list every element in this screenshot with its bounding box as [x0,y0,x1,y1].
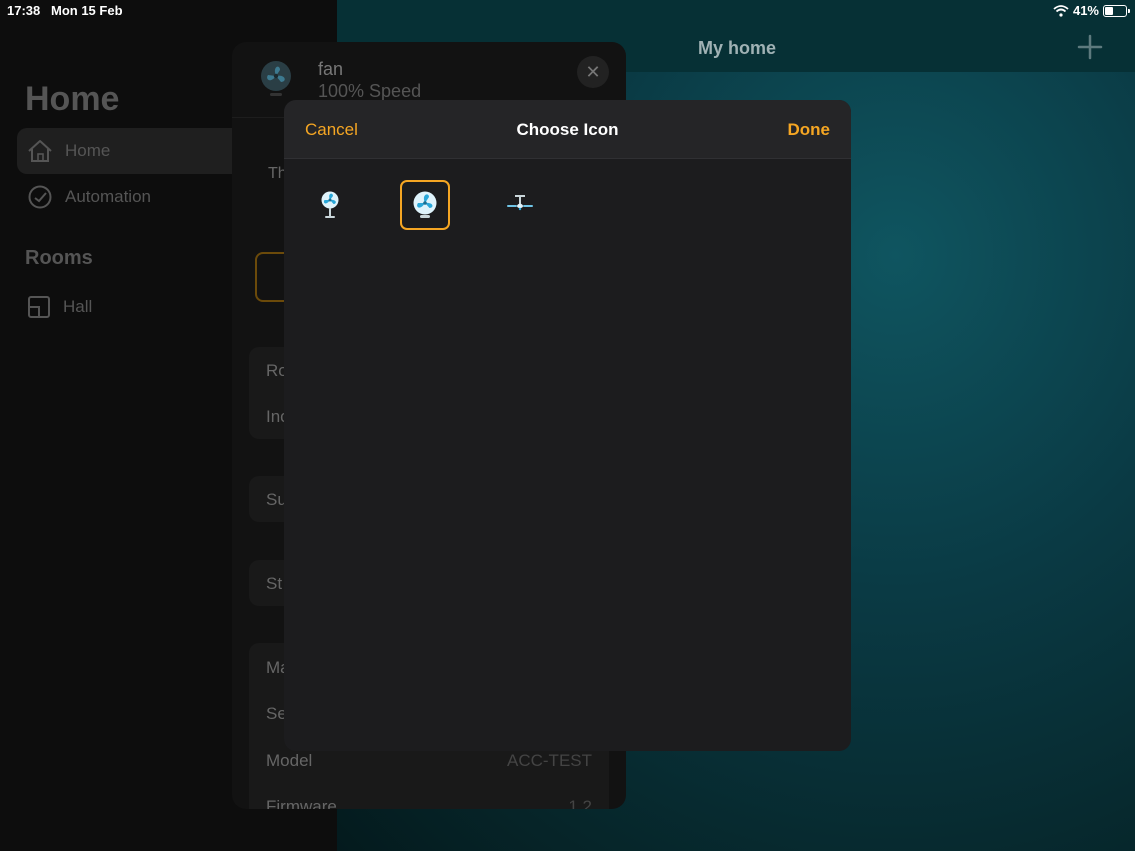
close-button[interactable]: ✕ [577,56,609,88]
sidebar-item-label: Hall [63,297,93,316]
detail-value-firmware: 1.2 [568,797,592,809]
status-time: 17:38 [7,3,41,18]
fan-icon [261,61,291,96]
modal-header: Choose Icon Cancel Done [284,100,851,159]
icon-option-fan[interactable] [400,180,450,230]
close-icon: ✕ [585,61,601,82]
fan-icon [413,191,437,218]
icon-option-ceiling-fan[interactable] [495,180,545,230]
wifi-icon [1053,4,1069,17]
cancel-button[interactable]: Cancel [305,120,358,140]
icon-option-desk-fan[interactable] [305,180,355,230]
battery-percent: 41% [1072,3,1099,18]
room-icon [28,296,50,318]
detail-value-model: ACC-TEST [507,751,592,770]
status-right: 41% [1053,3,1130,18]
sidebar-item-label: Automation [65,187,151,206]
ceiling-fan-icon [507,195,533,211]
detail-row-firmware: Firmware [266,797,337,809]
detail-row-st[interactable]: St [266,574,282,594]
accessory-name: fan [318,59,344,79]
detail-row-model: Model [266,751,313,770]
battery-icon [1103,4,1130,17]
house-icon [28,140,52,162]
sidebar-title: Home [25,80,120,118]
desk-fan-icon [321,191,339,218]
add-icon[interactable] [1076,33,1104,61]
main-title: My home [698,38,777,58]
choose-icon-modal: Choose Icon Cancel Done [284,100,851,751]
rooms-heading: Rooms [25,247,93,269]
sidebar-item-label: Home [65,141,111,160]
done-button[interactable]: Done [788,120,831,140]
modal-title: Choose Icon [516,120,619,139]
accessory-status: 100% Speed [318,81,422,101]
battery-fill [1105,6,1114,15]
status-date: Mon 15 Feb [51,3,123,18]
clock-icon [28,185,52,209]
